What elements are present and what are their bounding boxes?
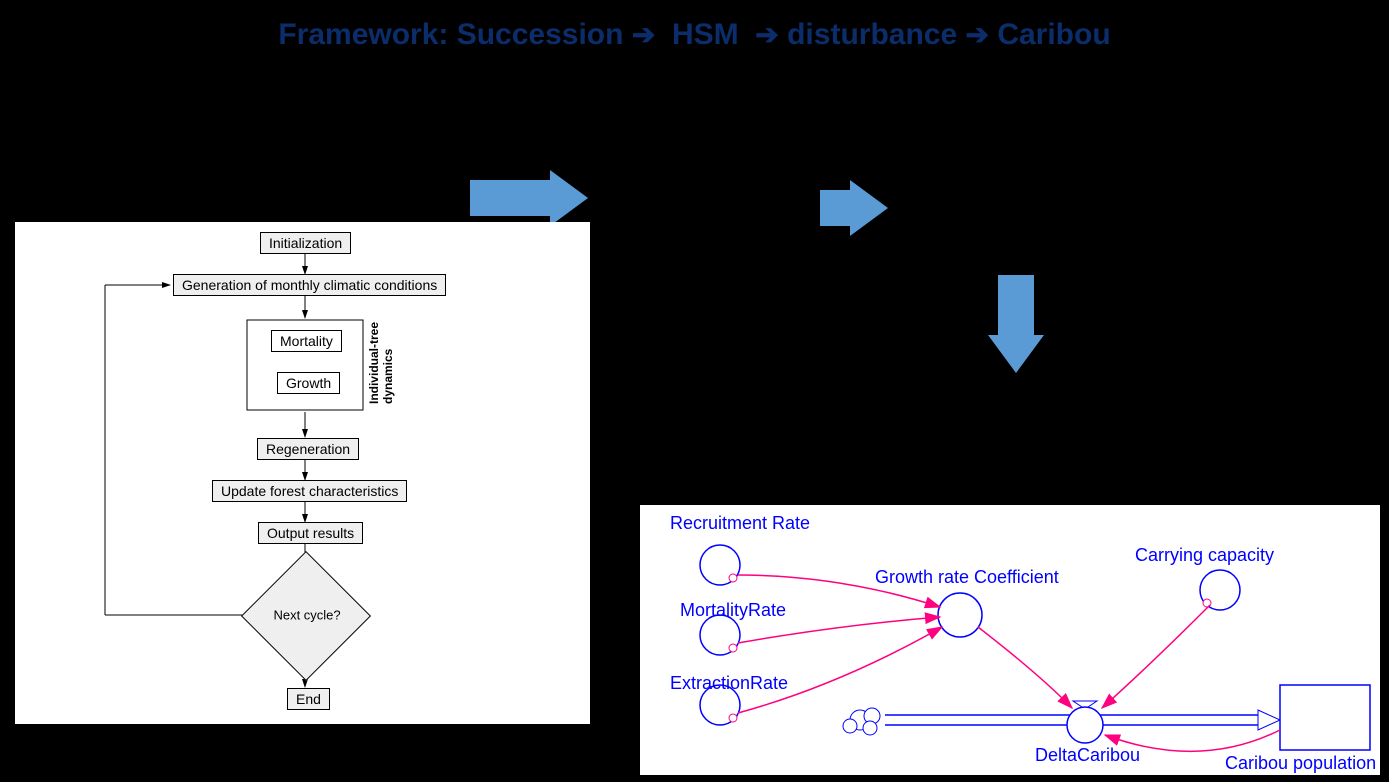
- title-step1: Succession: [457, 18, 624, 51]
- fc-update: Update forest characteristics: [212, 480, 407, 502]
- title-step3: disturbance: [787, 18, 957, 51]
- caribou-sd-panel: Recruitment Rate MortalityRate Extractio…: [640, 505, 1380, 775]
- label-recruitment: Recruitment rate: [870, 170, 1150, 203]
- sd-population: Caribou population: [1225, 753, 1376, 774]
- forest-flowchart: Initialization Generation of monthly cli…: [15, 222, 590, 724]
- arrow-icon: ➔: [755, 18, 778, 51]
- fc-mortality: Mortality: [271, 330, 342, 352]
- arrow-icon: ➔: [632, 18, 655, 51]
- title-step4: Caribou: [997, 18, 1110, 51]
- sd-growth-coef: Growth rate Coefficient: [875, 567, 1059, 588]
- label-caribou-model: CaribouVerhulst-Pearl model: [860, 405, 1180, 471]
- flow-arrow-2: [820, 180, 888, 236]
- fc-growth: Growth: [277, 372, 340, 394]
- title-prefix: Framework:: [278, 18, 456, 51]
- flow-arrow-1: [470, 170, 588, 226]
- fc-init: Initialization: [260, 232, 351, 254]
- sd-carrying: Carrying capacity: [1135, 545, 1274, 566]
- sd-delta: DeltaCaribou: [1035, 745, 1140, 766]
- flow-arrow-3: [988, 275, 1044, 373]
- fc-regen: Regeneration: [257, 438, 359, 460]
- label-forest-model: Forest succession modelLANDCLIM: [78, 130, 498, 196]
- flowchart-caption: Model and application from paper by Schu…: [80, 740, 580, 761]
- title-step2: HSM: [672, 18, 739, 51]
- fc-ind-tree: Individual-treedynamics: [367, 322, 395, 404]
- arrow-icon: ➔: [966, 18, 989, 51]
- fc-output: Output results: [258, 522, 363, 544]
- sd-recruit: Recruitment Rate: [670, 513, 810, 534]
- sd-extraction: ExtractionRate: [670, 673, 788, 694]
- label-si-comp: SIcomputation: [590, 160, 790, 226]
- fc-end: End: [287, 688, 330, 710]
- framework-title: Framework: Succession ➔ HSM ➔ disturbanc…: [0, 18, 1389, 52]
- fc-next-cycle: Next cycle?: [262, 607, 352, 622]
- sd-mortality: MortalityRate: [680, 600, 786, 621]
- diagram-stage: Framework: Succession ➔ HSM ➔ disturbanc…: [0, 0, 1389, 782]
- fc-gen-climate: Generation of monthly climatic condition…: [173, 274, 446, 296]
